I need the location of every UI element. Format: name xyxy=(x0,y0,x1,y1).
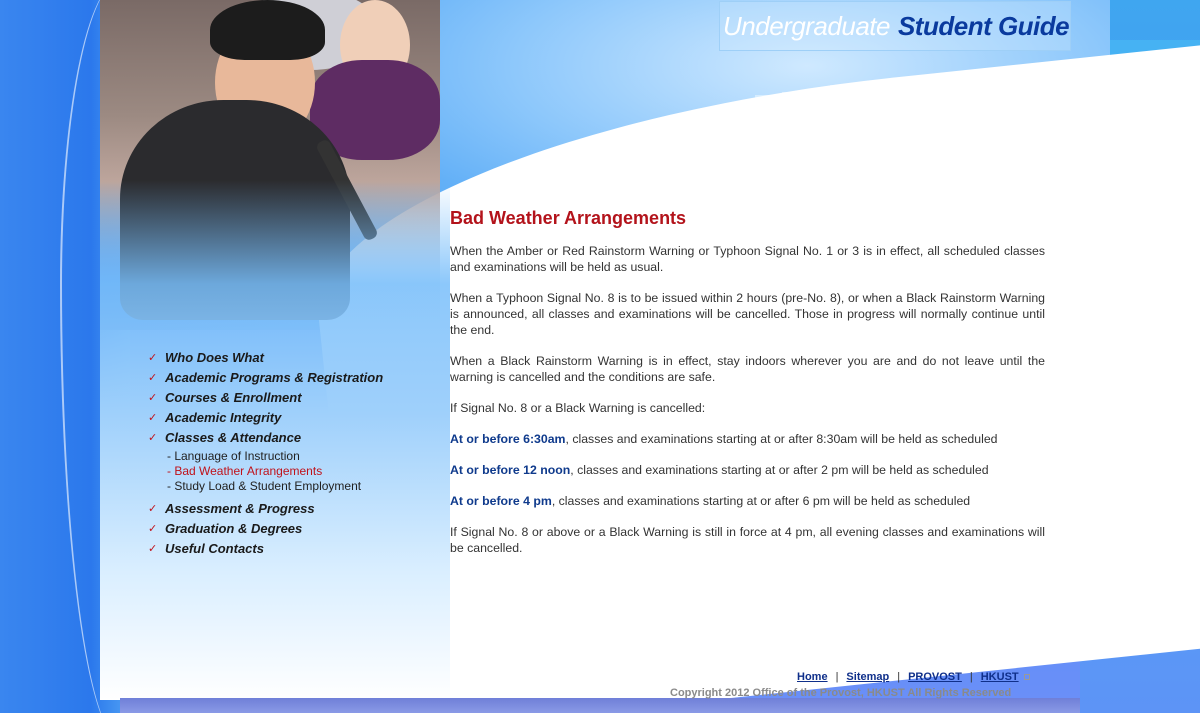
footer-separator: | xyxy=(835,671,839,683)
footer-separator: | xyxy=(897,671,901,683)
menu-item-courses-enrollment[interactable]: ✓ Courses & Enrollment xyxy=(148,387,448,407)
menu-item-academic-programs[interactable]: ✓ Academic Programs & Registration xyxy=(148,367,448,387)
submenu-item-bad-weather[interactable]: - Bad Weather Arrangements xyxy=(167,464,448,479)
footer-links: Home | Sitemap | PROVOST | HKUST xyxy=(797,671,1030,683)
submenu-item-study-load[interactable]: - Study Load & Student Employment xyxy=(167,479,448,494)
menu-item-useful-contacts[interactable]: ✓ Useful Contacts xyxy=(148,538,448,558)
chevron-down-icon: ✓ xyxy=(148,371,158,384)
chevron-down-icon: ✓ xyxy=(148,391,158,404)
rule-time: At or before 6:30am xyxy=(450,432,566,446)
paragraph-amber-red: When the Amber or Red Rainstorm Warning … xyxy=(450,244,1045,274)
menu-item-label: Courses & Enrollment xyxy=(165,389,302,405)
menu-item-label: Graduation & Degrees xyxy=(165,520,303,536)
footer-link-home[interactable]: Home xyxy=(797,671,828,683)
rule-12-noon: At or before 12 noon, classes and examin… xyxy=(450,462,1045,478)
rule-time: At or before 4 pm xyxy=(450,494,552,508)
chevron-down-icon: ✓ xyxy=(148,522,158,535)
menu-item-label: Assessment & Progress xyxy=(165,500,315,516)
chevron-down-icon: ✓ xyxy=(148,351,158,364)
paragraph-evening-classes: If Signal No. 8 or above or a Black Warn… xyxy=(450,525,1045,555)
submenu-classes-attendance: - Language of Instruction - Bad Weather … xyxy=(167,449,448,494)
logo-text-undergraduate: Undergraduate xyxy=(723,10,890,41)
footer-link-hkust[interactable]: HKUST xyxy=(981,671,1019,683)
submenu-item-language[interactable]: - Language of Instruction xyxy=(167,449,448,464)
copyright-text: Copyright 2012 Office of the Provost, HK… xyxy=(670,687,1012,699)
logo-text-student-guide: Student Guide xyxy=(897,10,1070,41)
menu-item-who-does-what[interactable]: ✓ Who Does What xyxy=(148,347,448,367)
menu-item-label: Academic Integrity xyxy=(165,409,282,425)
rule-text: , classes and examinations starting at o… xyxy=(570,463,989,477)
page-title: Bad Weather Arrangements xyxy=(450,208,687,228)
menu-item-assessment-progress[interactable]: ✓ Assessment & Progress xyxy=(148,498,448,518)
side-navigation: ✓ Who Does What ✓ Academic Programs & Re… xyxy=(148,347,448,558)
menu-item-label: Who Does What xyxy=(165,349,264,365)
menu-item-graduation-degrees[interactable]: ✓ Graduation & Degrees xyxy=(148,518,448,538)
footer-link-sitemap[interactable]: Sitemap xyxy=(846,671,889,683)
rule-text: , classes and examinations starting at o… xyxy=(551,494,971,508)
rule-time: At or before 12 noon xyxy=(450,463,571,477)
rule-6-30am: At or before 6:30am, classes and examina… xyxy=(450,431,1045,447)
paragraph-cancelled-intro: If Signal No. 8 or a Black Warning is ca… xyxy=(450,401,706,415)
card-bottom-border xyxy=(120,698,1080,713)
rule-4pm: At or before 4 pm, classes and examinati… xyxy=(450,493,1045,509)
menu-item-label: Academic Programs & Registration xyxy=(165,369,384,385)
menu-item-academic-integrity[interactable]: ✓ Academic Integrity xyxy=(148,407,448,427)
speaker-hair xyxy=(210,0,325,60)
menu-item-label: Classes & Attendance xyxy=(165,429,302,445)
menu-item-label: Useful Contacts xyxy=(165,540,264,556)
chevron-down-icon: ✓ xyxy=(148,431,158,444)
chevron-down-icon: ✓ xyxy=(148,411,158,424)
rule-text: , classes and examinations starting at o… xyxy=(565,432,998,446)
footer-link-provost[interactable]: PROVOST xyxy=(908,671,962,683)
site-logo[interactable]: Undergraduate Student Guide xyxy=(719,1,1071,51)
footer-separator: | xyxy=(969,671,973,683)
chevron-down-icon: ✓ xyxy=(148,542,158,555)
menu-item-classes-attendance[interactable]: ✓ Classes & Attendance xyxy=(148,427,448,447)
chevron-down-icon: ✓ xyxy=(148,502,158,515)
main-content: Bad Weather Arrangements When the Amber … xyxy=(450,208,1045,571)
paragraph-black-rainstorm: When a Black Rainstorm Warning is in eff… xyxy=(450,354,1045,384)
paragraph-signal-8: When a Typhoon Signal No. 8 is to be iss… xyxy=(450,291,1045,337)
page: Undergraduate Student Guide ✓ Who Does W… xyxy=(0,0,1200,713)
external-link-icon xyxy=(1023,674,1030,681)
